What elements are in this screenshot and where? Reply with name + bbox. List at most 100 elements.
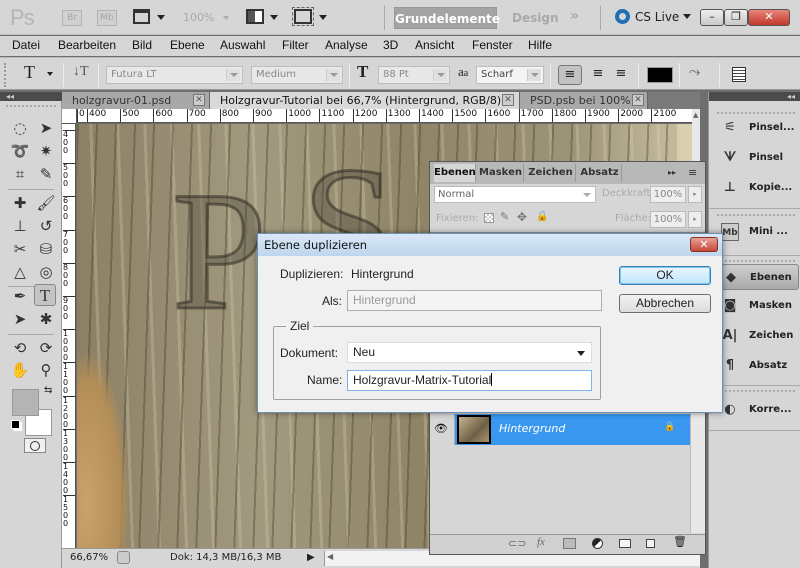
antialias-select[interactable]: Scharf	[476, 66, 544, 84]
menu-ebene[interactable]: Ebene	[170, 38, 205, 52]
status-menu-arrow-icon[interactable]: ▶	[307, 552, 315, 563]
type-tool-icon[interactable]: T	[34, 284, 56, 306]
type-tool-preset-icon[interactable]: T	[24, 62, 35, 83]
as-field[interactable]: Hintergrund	[347, 290, 602, 311]
menu-filter[interactable]: Filter	[282, 38, 309, 52]
layer-row-hintergrund[interactable]: 👁 Hintergrund 🔒	[430, 414, 690, 445]
eraser-tool-icon[interactable]: ✂	[9, 238, 31, 260]
move-tool-icon[interactable]: ➤	[35, 117, 57, 139]
quick-mask-button[interactable]	[24, 438, 46, 453]
options-grip[interactable]	[4, 63, 6, 87]
link-layers-icon[interactable]: ⊂⊃	[508, 537, 526, 550]
menu-auswahl[interactable]: Auswahl	[220, 38, 265, 52]
healing-brush-tool-icon[interactable]: ✚	[9, 192, 31, 214]
dock-mini-bridge[interactable]: Mb Mini ...	[713, 219, 799, 245]
minimize-button[interactable]: –	[700, 9, 724, 26]
font-style-select[interactable]: Medium	[251, 66, 343, 84]
delete-layer-icon[interactable]: 🗑	[673, 535, 687, 548]
foreground-color-swatch[interactable]	[12, 389, 39, 416]
mini-bridge-button[interactable]: Mb	[97, 10, 117, 26]
view-extras-dropdown-icon[interactable]	[157, 15, 165, 20]
magic-wand-tool-icon[interactable]: ✷	[35, 140, 57, 162]
warp-text-icon[interactable]: ⤳	[689, 64, 700, 80]
menu-bild[interactable]: Bild	[132, 38, 152, 52]
cancel-button[interactable]: Abbrechen	[619, 294, 711, 313]
zoom-percentage[interactable]: 66,67%	[70, 552, 108, 563]
dock-paragraph[interactable]: ¶ Absatz	[713, 353, 799, 379]
close-button[interactable]: ✕	[748, 9, 790, 26]
new-layer-icon[interactable]	[646, 539, 655, 548]
ruler-origin[interactable]	[62, 109, 77, 124]
dock-masks[interactable]: ◙ Masken	[713, 293, 799, 319]
text-orientation-icon[interactable]: ↓T	[73, 64, 89, 80]
screen-mode-dropdown-icon[interactable]	[319, 15, 327, 20]
menu-datei[interactable]: Datei	[12, 38, 40, 52]
toolbox-grip[interactable]	[6, 105, 56, 107]
pen-tool-icon[interactable]: ✒	[9, 285, 31, 307]
lock-all-icon[interactable]: 🔒	[536, 211, 548, 222]
workspace-design[interactable]: Design	[512, 11, 559, 25]
lasso-tool-icon[interactable]: ➰	[9, 140, 31, 162]
zoom-dropdown-icon[interactable]	[223, 16, 229, 20]
dock-layers[interactable]: ◆ Ebenen	[713, 264, 799, 290]
default-colors-icon[interactable]	[11, 420, 20, 429]
panel-tab-zeichen[interactable]: Zeichen	[526, 164, 576, 182]
panel-tab-absatz[interactable]: Absatz	[578, 164, 622, 182]
menu-hilfe[interactable]: Hilfe	[528, 38, 552, 52]
dock-adjustments[interactable]: ◐ Korre...	[713, 397, 799, 423]
dock-grip[interactable]	[717, 260, 795, 262]
zoom-level[interactable]: 100%	[183, 11, 214, 24]
more-workspaces-icon[interactable]: »	[570, 8, 579, 24]
horizontal-ruler[interactable]: 0 400 500 600 700 800 900 1000 1100 1200 1300 1400 1…	[62, 109, 692, 123]
panel-menu-icon[interactable]: ≡	[688, 166, 697, 179]
tab-holzgravur-tutorial[interactable]: Holzgravur-Tutorial bei 66,7% (Hintergru…	[210, 92, 520, 109]
dock-grip[interactable]	[717, 390, 795, 392]
layer-name[interactable]: Hintergrund	[499, 422, 565, 435]
menu-ansicht[interactable]: Ansicht	[415, 38, 454, 52]
font-family-select[interactable]: Futura LT	[106, 66, 243, 84]
scroll-left-icon[interactable]: ◀	[327, 552, 333, 561]
vertical-ruler[interactable]: 400 500 600 700 800 900 1000110012001300140015…	[62, 123, 76, 548]
document-select[interactable]: Neu	[347, 342, 592, 363]
panel-tab-ebenen[interactable]: Ebenen	[434, 164, 476, 182]
fill-slider-toggle[interactable]: ▸	[688, 211, 702, 228]
panel-tab-masken[interactable]: Masken	[478, 164, 524, 182]
lock-position-icon[interactable]: ✥	[517, 210, 527, 224]
view-extras-icon[interactable]	[133, 9, 150, 24]
collapse-dock-icon[interactable]: ◂◂	[709, 92, 800, 101]
font-size-select[interactable]: 88 Pt	[378, 66, 450, 84]
brush-tool-icon[interactable]: 🖌	[35, 192, 57, 214]
adjustment-layer-icon[interactable]	[592, 538, 603, 549]
eyedropper-tool-icon[interactable]: ✎	[35, 163, 57, 185]
add-mask-icon[interactable]	[563, 538, 576, 549]
workspace-grundelemente[interactable]: Grundelemente	[394, 7, 500, 29]
3d-rotate-tool-icon[interactable]: ⟲	[9, 337, 31, 359]
new-group-icon[interactable]	[619, 539, 631, 548]
align-right-button[interactable]: ≡	[611, 65, 631, 85]
close-tab-icon[interactable]: ✕	[193, 94, 205, 106]
panel-collapse-icon[interactable]: ▸▸	[668, 168, 676, 177]
menu-fenster[interactable]: Fenster	[472, 38, 513, 52]
dock-brush[interactable]: ᗐ Pinsel	[713, 145, 799, 171]
ok-button[interactable]: OK	[619, 266, 711, 285]
paint-bucket-tool-icon[interactable]: ⛁	[35, 238, 57, 260]
status-options-icon[interactable]	[117, 551, 130, 564]
arrange-dropdown-icon[interactable]	[270, 15, 278, 20]
arrange-documents-icon[interactable]	[246, 9, 264, 24]
opacity-field[interactable]: 100%	[650, 186, 686, 203]
text-color-swatch[interactable]	[647, 67, 673, 83]
zoom-tool-icon[interactable]: ⚲	[35, 359, 57, 381]
menu-bearbeiten[interactable]: Bearbeiten	[58, 38, 116, 52]
marquee-tool-icon[interactable]: ◌	[9, 117, 31, 139]
close-tab-icon[interactable]: ✕	[502, 94, 514, 106]
screen-mode-icon[interactable]	[292, 7, 314, 26]
swap-colors-icon[interactable]: ⇆	[44, 385, 52, 396]
menu-3d[interactable]: 3D	[383, 38, 398, 52]
dock-clone-source[interactable]: ⊥ Kopie...	[713, 175, 799, 201]
tab-psd-psb[interactable]: PSD.psb bei 100% (...✕	[520, 92, 648, 124]
collapse-toolbox-icon[interactable]: ◂◂	[0, 92, 62, 101]
lock-pixels-icon[interactable]: ✎	[500, 210, 509, 223]
character-panel-icon[interactable]	[732, 67, 746, 82]
dialog-close-button[interactable]: ✕	[690, 237, 718, 252]
fill-field[interactable]: 100%	[650, 211, 686, 228]
